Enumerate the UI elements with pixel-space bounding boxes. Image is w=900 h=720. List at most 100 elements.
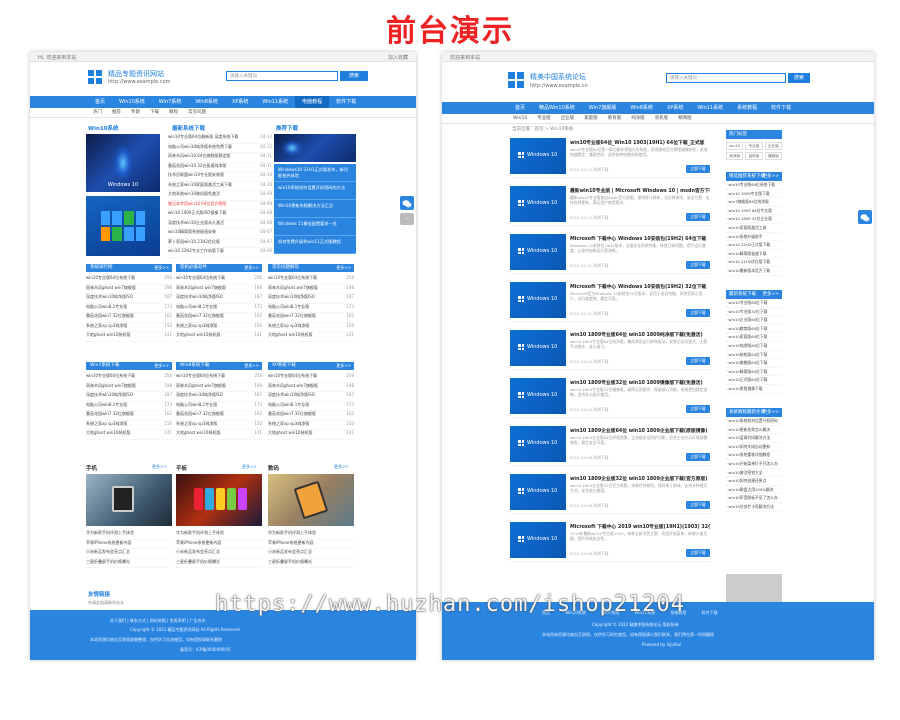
- list-item[interactable]: 系统之家xp sp3纯净版 150: [176, 323, 262, 332]
- more-link[interactable]: 更多>>: [152, 464, 167, 470]
- nav-item[interactable]: 软件下载: [329, 96, 363, 108]
- list-item-title[interactable]: 苹果iPhone系统更新内容: [86, 540, 132, 545]
- download-button[interactable]: 立即下载: [686, 405, 710, 413]
- list-item[interactable]: win10专业版64位系统下载 256: [176, 373, 262, 383]
- list-item[interactable]: win10专业版64位系统下载 256: [86, 275, 172, 285]
- list-item[interactable]: 雨林木风ghost win7旗舰版 198: [176, 383, 262, 392]
- list-item[interactable]: 电脑公司win8.1专业版 173: [176, 402, 262, 411]
- sidebar-link[interactable]: · win10更新失败怎么解决: [726, 426, 782, 435]
- list-item-title[interactable]: 雨林木风ghost win7旗舰版: [268, 383, 318, 388]
- list-item-title[interactable]: 电脑公司win10纯净版系统免费下载: [168, 144, 232, 149]
- list-item[interactable]: 系统之家xp sp3纯净版 150: [268, 323, 354, 332]
- article-thumbnail[interactable]: Windows 10: [510, 330, 566, 366]
- sidebar-link[interactable]: · win10专业版32位下载: [726, 308, 782, 317]
- sidebar-link[interactable]: · win10教育版64位下载: [726, 325, 782, 334]
- more-link[interactable]: 更多>>: [762, 172, 779, 181]
- list-item-title[interactable]: 深度技术win10纯净版ISO: [86, 294, 133, 299]
- win10-start-image[interactable]: [86, 196, 160, 256]
- recommend-item[interactable]: Win10更新失败解决方法汇总: [274, 200, 356, 218]
- download-button[interactable]: 立即下载: [686, 549, 710, 557]
- grid-section-header[interactable]: XP系统下载 更多>>: [268, 362, 354, 370]
- sidebar-link[interactable]: · win10专业版64位下载: [726, 299, 782, 308]
- article-thumbnail[interactable]: Windows 10: [510, 522, 566, 558]
- nav-item[interactable]: 精品Win10系统: [532, 102, 582, 114]
- list-item[interactable]: 华为新款手机评测上手体验: [268, 530, 354, 540]
- list-item[interactable]: 苹果iPhone系统更新内容: [176, 540, 262, 549]
- list-item-title[interactable]: 深度技术win10纯净版ISO: [86, 392, 133, 397]
- nav-item[interactable]: Win7旗舰版: [582, 102, 624, 114]
- sidebar-link[interactable]: · win10 1909专业版下载: [726, 190, 782, 199]
- list-item-title[interactable]: 深度技术win10纯净版ISO: [176, 392, 223, 397]
- article-thumbnail[interactable]: Windows 10: [510, 426, 566, 462]
- list-item-title[interactable]: 深度技术win10纯净版ISO: [268, 294, 315, 299]
- list-item-title[interactable]: 苹果iPhone系统更新内容: [268, 540, 314, 545]
- sidebar-link[interactable]: · win10专业版64位系统下载: [726, 181, 782, 190]
- list-item-title[interactable]: 系统之家xp sp3纯净版: [86, 421, 127, 426]
- list-item-title[interactable]: 系统之家xp sp3纯净版: [268, 421, 309, 426]
- search-button[interactable]: 搜索: [340, 71, 368, 81]
- article-title[interactable]: win10 1809专业版64位 win10 1809纯净版下载(免激活): [570, 331, 710, 338]
- grid-section-title[interactable]: Win7系统下载: [90, 363, 119, 368]
- grid-section-title[interactable]: XP系统下载: [272, 363, 296, 368]
- more-link[interactable]: 更多>>: [244, 264, 259, 272]
- list-item[interactable]: 番茄花园win7 32位旗舰版 162: [86, 411, 172, 421]
- recommend-item[interactable]: 如何免费升级到win11正式版教程: [274, 236, 356, 254]
- list-item[interactable]: win10 1909正式版ISO镜像下载 04-08: [168, 210, 272, 220]
- sidebar-link[interactable]: · win10 1903 64位专业版: [726, 207, 782, 216]
- list-item[interactable]: 萝卜家园win10 21H2优化版 04-07: [168, 239, 272, 248]
- article-title[interactable]: Microsoft 下载中心 2019 win10专业版(19H1)(1903)…: [570, 523, 710, 530]
- list-item-title[interactable]: 小米新品发布会亮点汇总: [176, 549, 220, 554]
- list-item-title[interactable]: 番茄花园win7 32位旗舰版: [268, 313, 316, 318]
- list-item[interactable]: win10专业版64位系统下载 256: [268, 373, 354, 383]
- list-item-title[interactable]: 电脑公司win8.1专业版: [268, 402, 309, 407]
- list-item-title[interactable]: 三星折叠屏手机价格曝光: [176, 559, 220, 564]
- list-item-title[interactable]: 雨林木风ghost win7旗舰版: [176, 285, 226, 290]
- list-item[interactable]: 电脑公司win8.1专业版 173: [268, 402, 354, 411]
- grid-section-header[interactable]: 系统排行榜 更多>>: [86, 264, 172, 272]
- list-item[interactable]: 大地ghost win10装机版 141: [176, 332, 262, 342]
- grid-section-title[interactable]: 装机必备软件: [180, 265, 207, 270]
- article-item[interactable]: Windows 10 Microsoft 下载中心 2019 win10专业版(1…: [510, 518, 710, 562]
- photo-thumbnail[interactable]: [86, 474, 172, 526]
- list-item-title[interactable]: 番茄花园win10 32位极速纯净版: [168, 163, 226, 168]
- list-item-title[interactable]: 大地ghost win10装机版: [86, 430, 130, 435]
- nav-item[interactable]: 软件下载: [764, 102, 798, 114]
- sidebar-link[interactable]: · win10家庭版激活工具: [726, 224, 782, 233]
- list-item[interactable]: 苹果iPhone系统更新内容: [86, 540, 172, 549]
- photo-thumbnail[interactable]: [268, 474, 354, 526]
- list-item-title[interactable]: 系统之家xp sp3纯净版: [176, 323, 217, 328]
- nav-item[interactable]: Win8系统: [623, 102, 660, 114]
- chat-float-icon-right[interactable]: [858, 210, 872, 224]
- list-item-title[interactable]: win10精简版系统极速安装: [168, 229, 216, 234]
- nav-item[interactable]: 电脑教程: [295, 96, 330, 108]
- article-title[interactable]: win10 1809企业版32位 win10 1809企业版下载(官方原版): [570, 475, 710, 482]
- list-item[interactable]: 电脑公司win8.1专业版 173: [268, 304, 354, 313]
- nav-item[interactable]: 首页: [88, 96, 112, 108]
- subnav-item[interactable]: 家庭版: [579, 114, 603, 123]
- list-item-title[interactable]: 雨林木风ghost win7旗舰版: [86, 285, 136, 290]
- subnav-item[interactable]: 企业版: [556, 114, 580, 123]
- subnav-item[interactable]: 纯净版: [626, 114, 650, 123]
- list-item-title[interactable]: 华为新款手机评测上手体验: [86, 530, 134, 535]
- sidebar-link[interactable]: · win10系统如何设置开机密码: [726, 417, 782, 426]
- sidebar-link[interactable]: · win10 21H2优化版下载: [726, 258, 782, 267]
- bookmark-link[interactable]: 加入收藏: [388, 54, 408, 61]
- article-title[interactable]: win10 1809企业版64位 win10 1809企业版下载(原版镜像): [570, 427, 710, 434]
- list-item[interactable]: 小米新品发布会亮点汇总: [268, 549, 354, 559]
- list-item[interactable]: 系统之家xp sp3纯净版 150: [268, 421, 354, 430]
- list-item[interactable]: 大地ghost win10装机版 141: [268, 332, 354, 342]
- nav-item[interactable]: 系统教程: [730, 102, 764, 114]
- nav-item[interactable]: 首页: [508, 102, 532, 114]
- list-item[interactable]: win10专业版64位系统下载 256: [86, 373, 172, 383]
- list-item[interactable]: 系统之家xp sp3纯净版 150: [86, 421, 172, 430]
- list-item[interactable]: 小米新品发布会亮点汇总: [176, 549, 262, 559]
- nav-item[interactable]: Win8系统: [188, 96, 225, 108]
- list-item-title[interactable]: 深度技术win10企业版永久激活: [168, 220, 224, 225]
- recommend-image[interactable]: [274, 134, 356, 162]
- list-item[interactable]: 雨林木风ghost win7旗舰版 198: [268, 285, 354, 294]
- sidebar-link[interactable]: · win10家庭版64位下载: [726, 333, 782, 342]
- list-item-title[interactable]: 电脑公司win8.1专业版: [86, 304, 127, 309]
- article-item[interactable]: Windows 10 Microsoft 下载中心 Windows 10安装包(1…: [510, 278, 710, 322]
- list-item-title[interactable]: 系统之家xp sp3纯净版: [268, 323, 309, 328]
- sidebar-link[interactable]: · win10 1809 32位企业版: [726, 215, 782, 224]
